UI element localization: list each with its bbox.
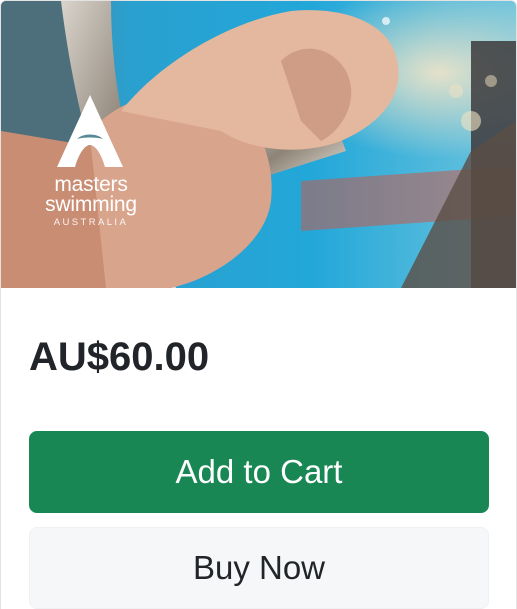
brand-logo-icon: [57, 95, 123, 167]
product-card: masters swimming AUSTRALIA AU$60.00 Add …: [0, 0, 517, 609]
add-to-cart-button[interactable]: Add to Cart: [29, 431, 489, 513]
buy-now-button[interactable]: Buy Now: [29, 527, 489, 609]
brand-logo: masters swimming AUSTRALIA: [45, 93, 145, 233]
logo-text-masters: masters: [54, 173, 128, 196]
product-image[interactable]: masters swimming AUSTRALIA: [1, 1, 516, 288]
product-price: AU$60.00: [29, 335, 210, 379]
logo-text-australia: AUSTRALIA: [53, 217, 129, 228]
logo-text-swimming: swimming: [45, 193, 137, 216]
